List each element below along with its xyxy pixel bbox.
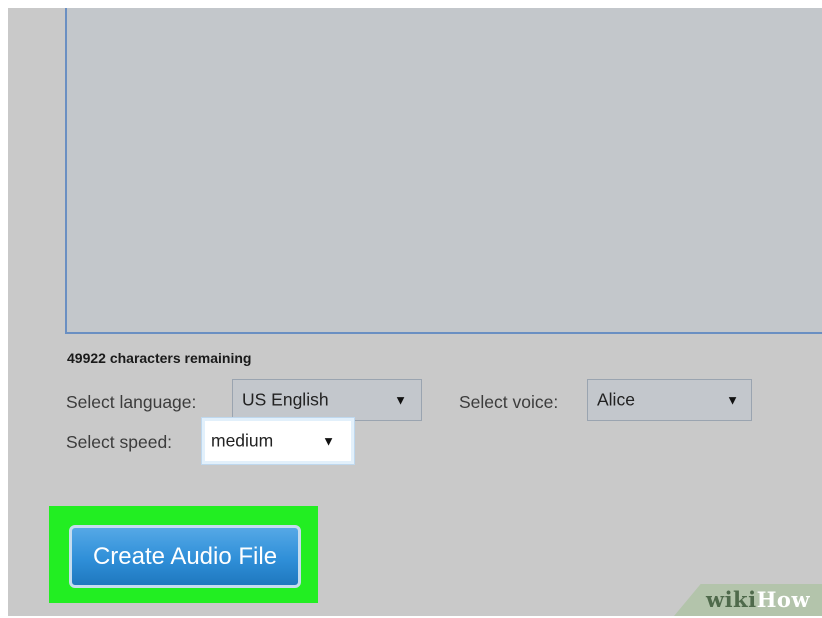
speed-label: Select speed: (66, 432, 173, 452)
tts-panel: 49922 characters remaining Select langua… (8, 8, 822, 616)
language-selected-value: US English (242, 389, 329, 410)
text-input-area[interactable] (65, 8, 822, 334)
voice-label: Select voice: (459, 392, 559, 412)
characters-remaining: 49922 characters remaining (67, 350, 252, 366)
language-select[interactable]: US English ▼ (232, 379, 422, 421)
wikihow-watermark: wikiHow (674, 584, 822, 616)
chevron-down-icon: ▼ (726, 392, 739, 408)
language-label: Select language: (66, 392, 197, 412)
speed-select[interactable]: medium ▼ (202, 418, 354, 464)
chevron-down-icon: ▼ (322, 433, 335, 449)
speed-selected-value: medium (211, 430, 274, 451)
wikihow-logo: wikiHow (706, 587, 811, 612)
voice-selected-value: Alice (597, 389, 635, 410)
chevron-down-icon: ▼ (394, 392, 407, 408)
voice-select[interactable]: Alice ▼ (587, 379, 752, 421)
create-audio-file-button[interactable]: Create Audio File (69, 525, 301, 588)
